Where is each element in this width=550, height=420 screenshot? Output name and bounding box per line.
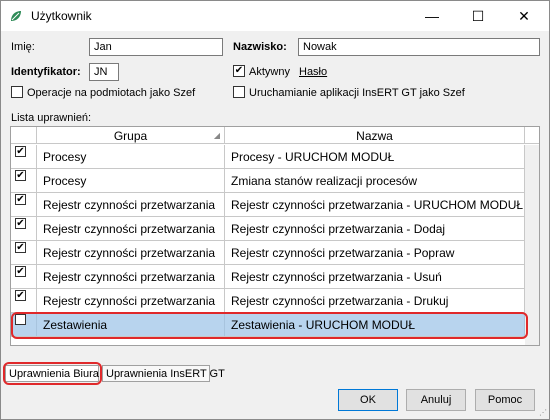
cancel-button[interactable]: Anuluj xyxy=(406,389,466,411)
cell-nazwa: Zestawienia - URUCHOM MODUŁ xyxy=(225,313,525,336)
checkmark-icon: ✔ xyxy=(16,146,25,157)
checkmark-icon: ✔ xyxy=(16,242,25,253)
operacje-szef-checkbox[interactable] xyxy=(11,86,23,98)
cell-grupa: Rejestr czynności przetwarzania xyxy=(37,217,225,240)
row-checkbox-cell: ✔ xyxy=(11,265,37,288)
row-checkbox[interactable] xyxy=(15,314,26,325)
aktywny-label: Aktywny xyxy=(249,66,290,78)
uruchamianie-szef-label: Uruchamianie aplikacji InsERT GT jako Sz… xyxy=(249,87,465,99)
checkmark-icon: ✔ xyxy=(16,290,25,301)
table-row[interactable]: ✔ Procesy Zmiana stanów realizacji procesó… xyxy=(11,169,539,193)
row-checkbox-cell: ✔ xyxy=(11,289,37,312)
permissions-grid: Grupa ◢ Nazwa ✔ Procesy Procesy - URUCHOM … xyxy=(10,126,540,346)
maximize-button[interactable]: ☐ xyxy=(455,1,501,31)
header-grupa-label: Grupa xyxy=(113,128,148,143)
cell-grupa: Rejestr czynności przetwarzania xyxy=(37,289,225,312)
checkmark-icon: ✔ xyxy=(16,170,25,181)
table-row[interactable]: Zestawienia Zestawienia - URUCHOM MODUŁ xyxy=(11,313,539,337)
checkmark-icon: ✔ xyxy=(16,218,25,229)
row-checkbox[interactable]: ✔ xyxy=(15,242,26,253)
row-checkbox[interactable]: ✔ xyxy=(15,194,26,205)
cell-grupa: Zestawienia xyxy=(37,313,225,336)
table-row[interactable]: ✔ Rejestr czynności przetwarzania Rejestr … xyxy=(11,289,539,313)
imie-label: Imię: xyxy=(11,41,35,53)
row-checkbox-cell: ✔ xyxy=(11,145,37,168)
header-grupa[interactable]: Grupa ◢ xyxy=(37,127,225,144)
row-checkbox-cell: ✔ xyxy=(11,193,37,216)
header-checkbox-column xyxy=(11,127,37,144)
cell-nazwa: Rejestr czynności przetwarzania - Dodaj xyxy=(225,217,525,240)
row-checkbox[interactable]: ✔ xyxy=(15,170,26,181)
table-row[interactable]: ✔ Rejestr czynności przetwarzania Rejestr … xyxy=(11,193,539,217)
checkmark-icon: ✔ xyxy=(234,65,244,76)
cell-nazwa: Rejestr czynności przetwarzania - URUCHO… xyxy=(225,193,525,216)
ok-button[interactable]: OK xyxy=(338,389,398,411)
operacje-szef-label: Operacje na podmiotach jako Szef xyxy=(27,87,196,99)
permissions-section-label: Lista uprawnień: xyxy=(11,112,92,124)
app-leaf-icon xyxy=(9,9,23,23)
sort-indicator-icon: ◢ xyxy=(213,131,220,140)
cell-grupa: Rejestr czynności przetwarzania xyxy=(37,193,225,216)
haslo-link[interactable]: Hasło xyxy=(299,66,327,78)
identyfikator-label: Identyfikator: xyxy=(11,66,81,78)
row-checkbox[interactable]: ✔ xyxy=(15,266,26,277)
grid-header: Grupa ◢ Nazwa xyxy=(11,127,539,144)
aktywny-checkbox[interactable]: ✔ xyxy=(233,65,245,77)
row-checkbox[interactable]: ✔ xyxy=(15,146,26,157)
cell-nazwa: Zmiana stanów realizacji procesów xyxy=(225,169,525,192)
uruchamianie-szef-checkbox[interactable] xyxy=(233,86,245,98)
cell-nazwa: Rejestr czynności przetwarzania - Popraw xyxy=(225,241,525,264)
row-checkbox[interactable]: ✔ xyxy=(15,290,26,301)
row-checkbox-cell: ✔ xyxy=(11,217,37,240)
table-row[interactable]: ✔ Rejestr czynności przetwarzania Rejestr … xyxy=(11,241,539,265)
window-title: Użytkownik xyxy=(31,9,92,23)
close-button[interactable]: ✕ xyxy=(501,1,547,31)
identyfikator-field[interactable]: JN xyxy=(89,63,119,81)
cell-nazwa: Rejestr czynności przetwarzania - Drukuj xyxy=(225,289,525,312)
table-row[interactable]: ✔ Procesy Procesy - URUCHOM MODUŁ xyxy=(11,145,539,169)
row-checkbox-cell: ✔ xyxy=(11,169,37,192)
tab-uprawnienia-biura[interactable]: Uprawnienia Biura GT xyxy=(5,365,117,382)
checkmark-icon: ✔ xyxy=(16,194,25,205)
user-dialog-window: Użytkownik — ☐ ✕ Imię: Jan Nazwisko: Now… xyxy=(0,0,550,420)
title-bar: Użytkownik — ☐ ✕ xyxy=(1,1,549,31)
cell-grupa: Procesy xyxy=(37,145,225,168)
cell-grupa: Rejestr czynności przetwarzania xyxy=(37,265,225,288)
row-checkbox-cell: ✔ xyxy=(11,241,37,264)
nazwisko-label: Nazwisko: xyxy=(233,41,287,53)
row-checkbox-cell xyxy=(11,313,37,336)
cell-nazwa: Procesy - URUCHOM MODUŁ xyxy=(225,145,525,168)
vertical-scrollbar[interactable] xyxy=(525,145,539,345)
checkmark-icon: ✔ xyxy=(16,266,25,277)
table-row[interactable]: ✔ Rejestr czynności przetwarzania Rejestr … xyxy=(11,217,539,241)
cell-grupa: Procesy xyxy=(37,169,225,192)
table-row[interactable]: ✔ Rejestr czynności przetwarzania Rejestr … xyxy=(11,265,539,289)
help-button[interactable]: Pomoc xyxy=(475,389,535,411)
row-checkbox[interactable]: ✔ xyxy=(15,218,26,229)
tab-uprawnienia-insert[interactable]: Uprawnienia InsERT GT xyxy=(102,365,225,382)
minimize-button[interactable]: — xyxy=(409,1,455,31)
resize-grip-icon[interactable]: ⋰ xyxy=(539,408,547,417)
cell-nazwa: Rejestr czynności przetwarzania - Usuń xyxy=(225,265,525,288)
imie-field[interactable]: Jan xyxy=(89,38,223,56)
nazwisko-field[interactable]: Nowak xyxy=(298,38,540,56)
header-nazwa[interactable]: Nazwa xyxy=(225,127,525,144)
cell-grupa: Rejestr czynności przetwarzania xyxy=(37,241,225,264)
